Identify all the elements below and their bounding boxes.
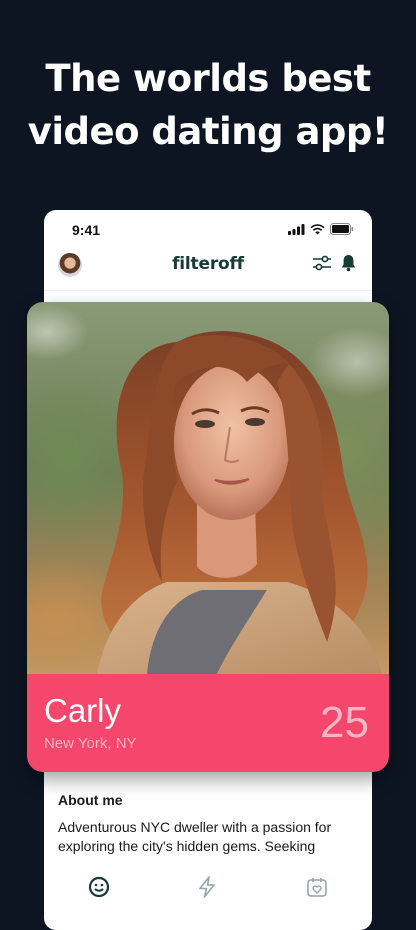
profile-name: Carly xyxy=(44,692,122,729)
profile-photo xyxy=(27,302,389,674)
smile-icon[interactable] xyxy=(88,876,110,898)
cellular-signal-icon xyxy=(288,223,305,235)
promo-line-2: video dating app! xyxy=(27,110,389,153)
status-icons xyxy=(288,223,354,235)
profile-photo-illustration xyxy=(97,331,382,674)
battery-icon xyxy=(330,223,354,235)
filter-sliders-icon[interactable] xyxy=(312,254,332,272)
profile-age: 25 xyxy=(320,698,369,747)
tab-bar xyxy=(44,870,372,910)
profile-name-band: Carly New York, NY 25 xyxy=(27,674,389,772)
about-section: About me Adventurous NYC dweller with a … xyxy=(58,792,358,856)
about-text: Adventurous NYC dweller with a passion f… xyxy=(58,819,332,854)
profile-card[interactable]: Carly New York, NY 25 xyxy=(27,302,389,772)
promo-line-1: The worlds best xyxy=(45,57,371,100)
status-bar: 9:41 xyxy=(44,210,372,248)
status-time: 9:41 xyxy=(72,222,101,238)
calendar-heart-icon[interactable] xyxy=(306,876,328,898)
promo-headline: The worlds best video dating app! xyxy=(0,52,416,158)
bell-icon[interactable] xyxy=(341,254,356,272)
profile-location: New York, NY xyxy=(44,735,137,752)
about-title: About me xyxy=(58,792,123,808)
wifi-icon xyxy=(310,223,325,234)
app-header: filteroff xyxy=(44,248,372,291)
lightning-icon[interactable] xyxy=(198,876,216,898)
